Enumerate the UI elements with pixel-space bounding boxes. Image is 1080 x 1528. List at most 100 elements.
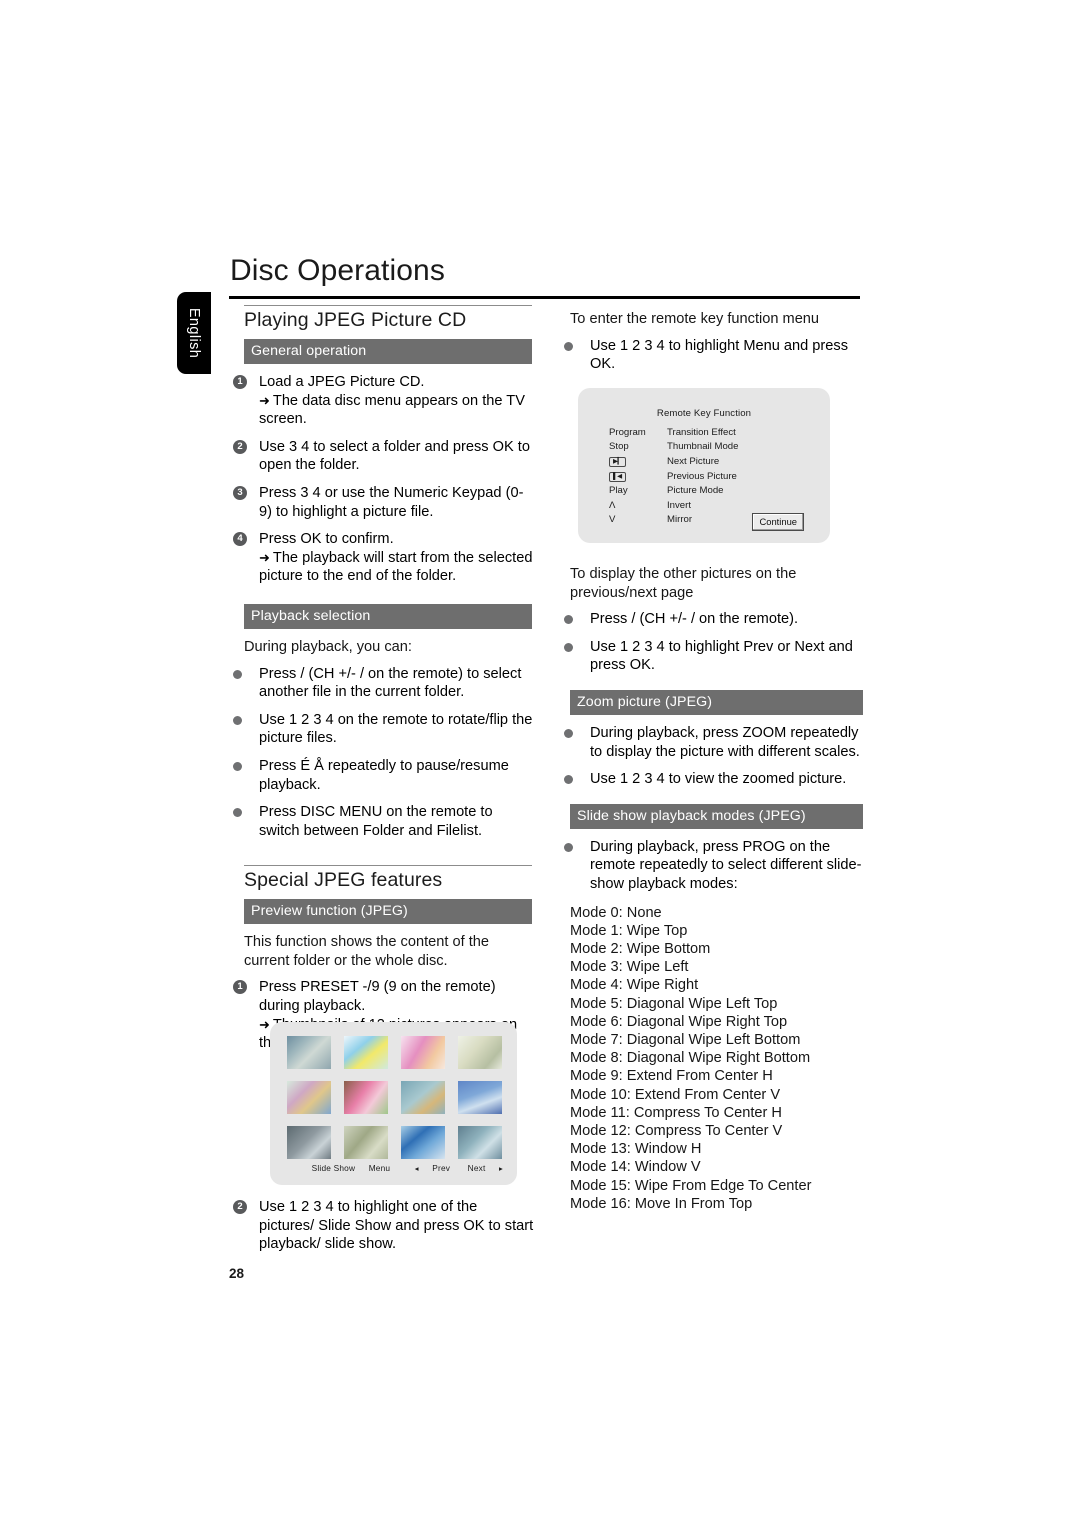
section-heading-special-jpeg: Special JPEG features: [244, 869, 443, 892]
subsection-bar-slideshow-modes: Slide show playback modes (JPEG): [570, 803, 863, 829]
playback-lead-text: During playback, you can:: [244, 638, 412, 655]
mode-item: Mode 6: Diagonal Wipe Right Top: [570, 1013, 788, 1030]
mode-item: Mode 8: Diagonal Wipe Right Bottom: [570, 1050, 811, 1067]
prev-arrow-icon: ◂: [414, 1164, 419, 1173]
arrow-icon: ➜: [259, 549, 270, 565]
subsection-bar-zoom-picture: Zoom picture (JPEG): [570, 689, 863, 715]
subsection-bar-preview-function: Preview function (JPEG): [244, 899, 532, 925]
mode-item: Mode 2: Wipe Bottom: [570, 940, 711, 957]
thumbnail-image[interactable]: [458, 1081, 502, 1114]
thumbnail-image[interactable]: [401, 1081, 445, 1114]
step-item: 2 Use 1 2 3 4 to highlight one of the pi…: [229, 1198, 534, 1254]
bullet-text: Use 1 2 3 4 on the remote to rotate/flip…: [259, 711, 533, 747]
step-result: ➜ The playback will start from the select…: [259, 549, 534, 586]
remote-key-function: Transition Effect: [667, 426, 736, 438]
bullet-text: Use 1 2 3 4 to highlight Prev or Next an…: [590, 638, 853, 674]
continue-button[interactable]: Continue: [752, 513, 804, 531]
menu-button[interactable]: Menu: [369, 1163, 391, 1173]
remote-key-function-panel: Remote Key Function Program Transition E…: [578, 388, 830, 543]
remote-key-name: ▌◀: [609, 470, 667, 483]
section-heading-playing-jpeg: Playing JPEG Picture CD: [244, 309, 467, 331]
mode-item: Mode 1: Wipe Top: [570, 922, 688, 939]
step-result-text: The data disc menu appears on the TV scr…: [259, 392, 525, 428]
bullet-dot-icon: [233, 669, 242, 679]
prev-track-icon: ▌◀: [609, 472, 626, 483]
mode-item: Mode 16: Move In From Top: [570, 1195, 753, 1212]
bullet-text: During playback, press PROG on the remot…: [590, 838, 862, 892]
remote-key-row: Play Picture Mode: [609, 483, 809, 498]
next-arrow-icon: ▸: [499, 1164, 503, 1173]
mode-item: Mode 0: None: [570, 904, 662, 921]
step-result: ➜ The data disc menu appears on the TV sc…: [259, 392, 534, 429]
bullet-item: Press DISC MENU on the remote to switch …: [229, 803, 534, 840]
remote-key-list: Program Transition Effect Stop Thumbnail…: [609, 425, 809, 527]
page-title: Disc Operations: [230, 254, 445, 287]
step-number: 2: [233, 1200, 247, 1214]
remote-key-function: Invert: [667, 499, 691, 511]
thumbnail-image[interactable]: [287, 1126, 331, 1159]
left-column: Playing JPEG Picture CD General operatio…: [229, 305, 534, 1062]
bullet-dot-icon: [233, 715, 242, 725]
mode-item: Mode 10: Extend From Center V: [570, 1086, 781, 1103]
remote-key-name: Play: [609, 485, 628, 497]
subsection-bar-general-operation: General operation: [244, 339, 532, 364]
step-number: 3: [233, 485, 247, 500]
remote-key-row: ▶▎ Next Picture: [609, 454, 809, 469]
bullet-text: Press / (CH +/- / on the remote).: [590, 611, 799, 628]
step-text: Press OK to confirm.: [259, 531, 394, 548]
bullet-dot-icon: [564, 775, 573, 785]
thumbnail-grid: [287, 1036, 502, 1159]
remote-key-row: Program Transition Effect: [609, 425, 809, 440]
page-number: 28: [229, 1266, 245, 1281]
step-result-text: The playback will start from the selecte…: [259, 549, 533, 585]
thumbnail-image[interactable]: [344, 1126, 388, 1159]
step-text: Use 1 2 3 4 to highlight one of the pict…: [259, 1199, 534, 1253]
remote-key-function: Next Picture: [667, 455, 720, 467]
bullet-text: Use 1 2 3 4 to view the zoomed picture.: [590, 771, 847, 788]
bullet-dot-icon: [564, 642, 573, 652]
bullet-item: Use 1 2 3 4 on the remote to rotate/flip…: [229, 711, 534, 748]
thumbnail-image[interactable]: [458, 1036, 502, 1069]
bullet-dot-icon: [564, 728, 573, 738]
bullet-item: During playback, press ZOOM repeatedly t…: [560, 724, 862, 761]
language-tab-label: English: [186, 307, 202, 359]
step-number: 2: [233, 439, 247, 454]
mode-item: Mode 15: Wipe From Edge To Center: [570, 1177, 812, 1194]
thumbnail-image[interactable]: [344, 1081, 388, 1114]
step-number: 1: [233, 375, 247, 389]
step-text: Load a JPEG Picture CD.: [259, 374, 425, 390]
next-button[interactable]: Next ▸: [457, 1163, 503, 1173]
other-pages-lead: To display the other pictures on the pre…: [570, 566, 797, 601]
thumbnail-image[interactable]: [401, 1036, 445, 1069]
subsection-bar-playback-selection: Playback selection: [244, 603, 532, 629]
mode-item: Mode 11: Compress To Center H: [570, 1104, 782, 1121]
bullet-dot-icon: [564, 341, 573, 351]
manual-page: English Disc Operations Playing JPEG Pic…: [0, 0, 1080, 1528]
bullet-item: Press / (CH +/- / on the remote).: [560, 610, 862, 629]
thumbnail-image[interactable]: [401, 1126, 445, 1159]
mode-item: Mode 9: Extend From Center H: [570, 1068, 773, 1085]
thumbnail-image[interactable]: [287, 1081, 331, 1114]
thumbnail-image[interactable]: [458, 1126, 502, 1159]
prev-button[interactable]: ◂ Prev: [404, 1163, 450, 1173]
step-text: Press PRESET -/9 (9 on the remote) durin…: [259, 979, 496, 1015]
remote-key-name: ▶▎: [609, 455, 667, 468]
title-divider: [229, 296, 860, 299]
remote-key-row: ▌◀ Previous Picture: [609, 469, 809, 484]
bullet-text: Press É Å repeatedly to pause/resume pla…: [259, 757, 509, 793]
step-number: 1: [233, 980, 247, 995]
slide-show-button[interactable]: Slide Show: [312, 1163, 356, 1173]
arrow-icon: ➜: [259, 392, 270, 408]
step-item: 4 Press OK to confirm. ➜ The playback wil…: [229, 530, 534, 586]
step-text: Press 3 4 or use the Numeric Keypad (0-9…: [259, 484, 524, 520]
step-item: 1 Load a JPEG Picture CD. ➜ The data disc…: [229, 373, 534, 429]
preview-intro-text: This function shows the content of the c…: [244, 934, 489, 969]
language-tab: English: [177, 292, 211, 374]
remote-menu-lead: To enter the remote key function menu: [570, 311, 820, 327]
remote-key-function: Thumbnail Mode: [667, 441, 739, 453]
preview-controls: Slide Show Menu ◂ Prev Next ▸: [270, 1163, 503, 1173]
thumbnail-image[interactable]: [344, 1036, 388, 1069]
thumbnail-image[interactable]: [287, 1036, 331, 1069]
bullet-text: Press DISC MENU on the remote to switch …: [259, 804, 493, 839]
remote-key-panel-title: Remote Key Function: [656, 408, 752, 419]
